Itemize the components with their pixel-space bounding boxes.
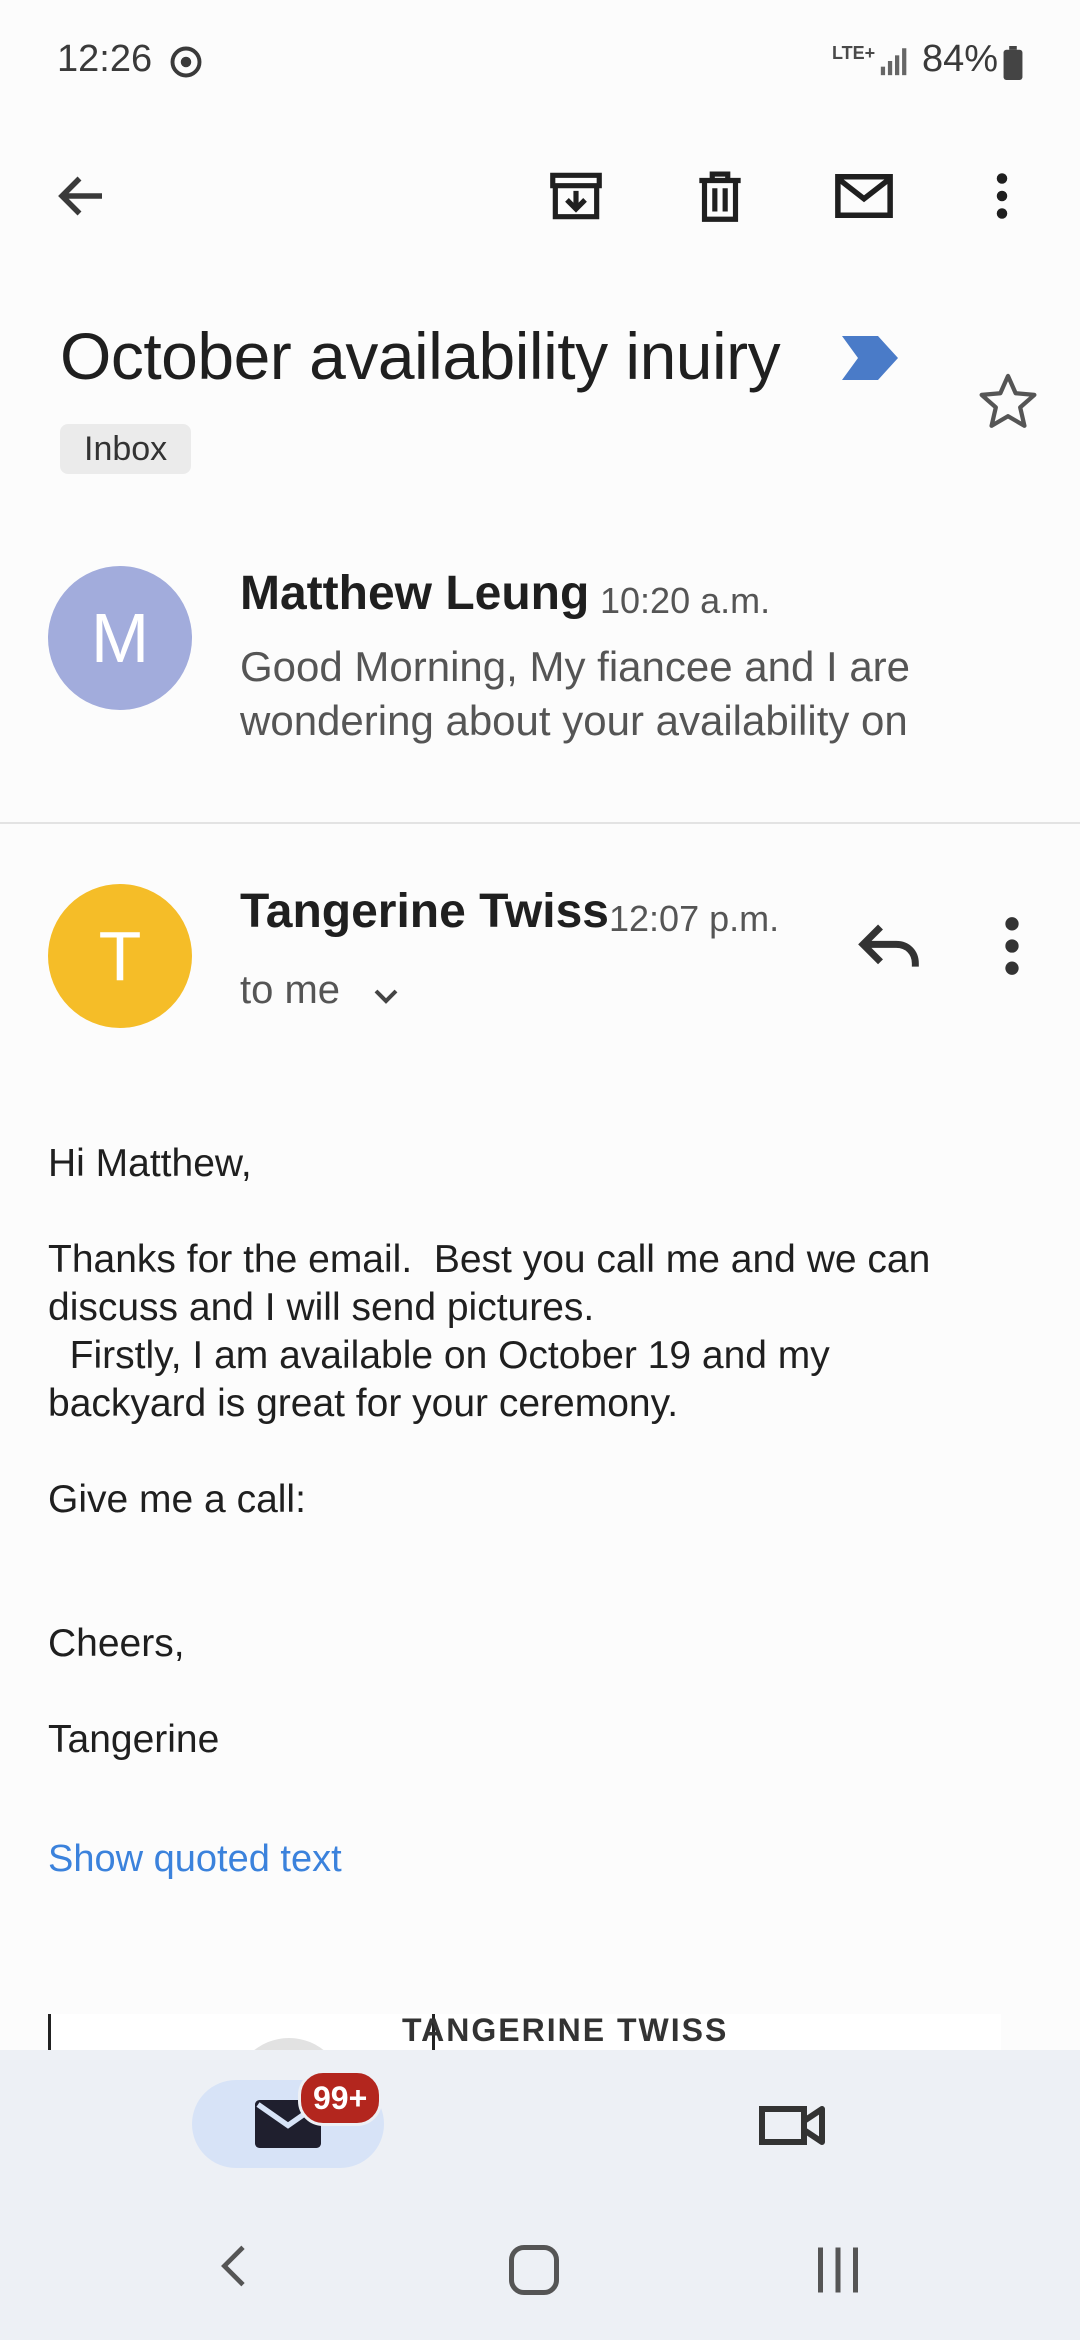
battery-percent: 84% — [922, 38, 999, 80]
video-camera-icon[interactable] — [756, 2094, 828, 2154]
message-time: 12:07 p.m. — [609, 898, 780, 939]
back-button[interactable] — [46, 160, 118, 232]
sender-name: Tangerine Twiss — [240, 885, 609, 938]
star-icon[interactable] — [974, 368, 1042, 436]
system-home-icon[interactable] — [504, 2240, 564, 2300]
body-line: discuss and I will send pictures. — [48, 1286, 595, 1329]
divider — [0, 822, 1080, 824]
mark-unread-button[interactable] — [828, 160, 900, 232]
email-subject: October availability inuiry — [60, 319, 781, 393]
back-arrow-icon — [58, 176, 102, 216]
delete-button[interactable] — [684, 160, 756, 232]
archive-icon — [550, 172, 602, 220]
body-line: Firstly, I am available on October 19 an… — [48, 1334, 830, 1377]
unread-count-badge: 99+ — [298, 2070, 383, 2126]
reply-icon[interactable] — [852, 908, 928, 984]
network-type: LTE+ — [832, 43, 876, 63]
status-time: 12:26 — [57, 38, 153, 80]
message-snippet[interactable]: Good Morning, My fiancee and I are wonde… — [240, 640, 1000, 748]
trash-icon — [699, 171, 741, 222]
archive-button[interactable] — [540, 160, 612, 232]
label-chip-inbox[interactable]: Inbox — [60, 424, 192, 474]
message-time: 10:20 a.m. — [600, 580, 771, 621]
system-recents-icon[interactable] — [808, 2240, 868, 2300]
snippet-line: Good Morning, My fiancee and I are — [240, 643, 911, 690]
signature-text: TANGERINE TWISS — [402, 2012, 729, 2048]
mail-icon — [835, 174, 893, 218]
avatar: M — [48, 566, 192, 710]
body-line: Cheers, — [48, 1622, 185, 1665]
chevron-down-icon[interactable] — [366, 976, 406, 1016]
body-line: Thanks for the email. Best you call me a… — [48, 1238, 931, 1281]
more-vert-icon[interactable] — [980, 908, 1044, 984]
more-options-button[interactable] — [966, 160, 1038, 232]
signal-icon — [880, 48, 907, 76]
avatar: T — [48, 884, 192, 1028]
body-line: Hi Matthew, — [48, 1142, 252, 1185]
snippet-line: wondering about your availability on — [240, 697, 908, 744]
body-line: backyard is great for your ceremony. — [48, 1382, 679, 1425]
sync-icon — [170, 46, 202, 78]
sender-name: Matthew Leung — [240, 567, 590, 620]
body-line: Tangerine — [48, 1718, 220, 1761]
body-line: Give me a call: — [48, 1478, 306, 1521]
importance-marker-icon — [842, 336, 898, 380]
more-vert-icon — [996, 173, 1008, 219]
recipient-details[interactable]: to me — [240, 968, 340, 1013]
show-quoted-text-link[interactable]: Show quoted text — [48, 1838, 342, 1881]
system-back-icon[interactable] — [208, 2236, 264, 2296]
battery-icon — [1003, 46, 1023, 80]
